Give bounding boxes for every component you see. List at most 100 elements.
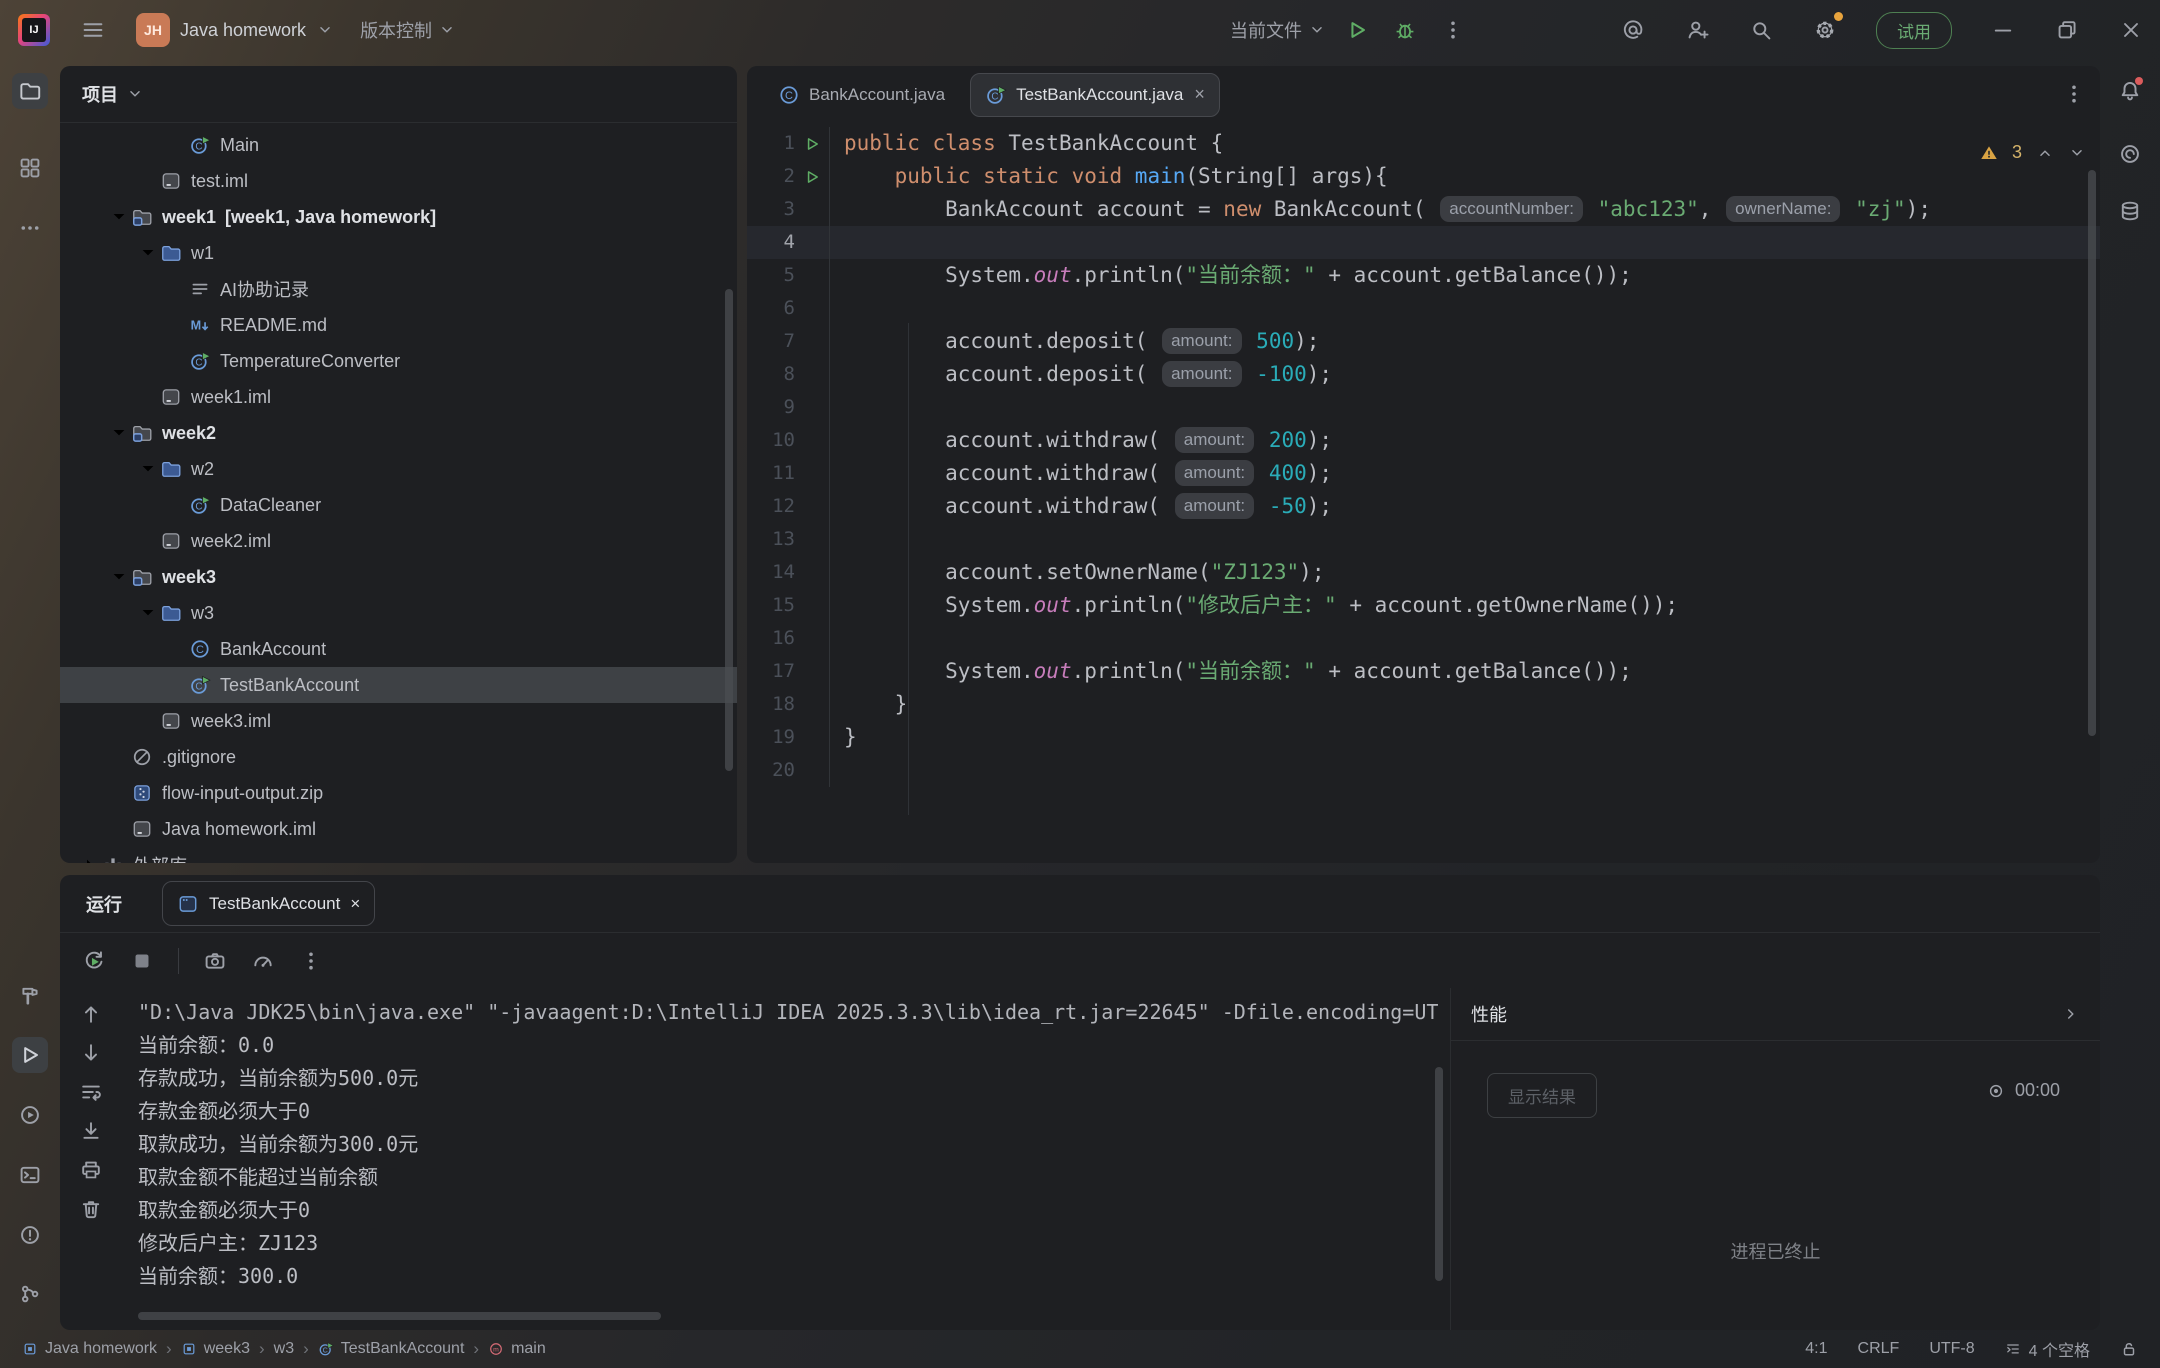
tree-item-week1-iml[interactable]: week1.iml [60, 379, 737, 415]
profiler-icon[interactable] [251, 949, 275, 973]
code-line-2[interactable]: 2 public static void main(String[] args)… [747, 160, 2100, 193]
trial-badge[interactable]: 试用 [1876, 12, 1952, 49]
prev-occurrence-icon[interactable] [79, 1002, 103, 1026]
code-line-10[interactable]: 10 account.withdraw( amount: 200); [747, 424, 2100, 457]
tree-item-week3-iml[interactable]: week3.iml [60, 703, 737, 739]
chevron-down-icon[interactable] [107, 205, 131, 229]
chevron-down-icon[interactable] [107, 421, 131, 445]
tool-stripe-button-database[interactable] [2112, 193, 2148, 229]
line-separator[interactable]: CRLF [1858, 1340, 1900, 1358]
tree-item-datacleaner[interactable]: CDataCleaner [60, 487, 737, 523]
minimize-button[interactable] [1986, 13, 2020, 47]
tree-item-week2-iml[interactable]: week2.iml [60, 523, 737, 559]
more-run-actions-button[interactable] [1436, 13, 1470, 47]
code-line-4[interactable]: 4 [747, 226, 2100, 259]
settings-button[interactable] [1808, 13, 1842, 47]
run-config-selector[interactable]: 当前文件 [1230, 17, 1326, 43]
code-line-7[interactable]: 7 account.deposit( amount: 500); [747, 325, 2100, 358]
tool-stripe-button-project-folder[interactable] [12, 73, 48, 109]
tool-stripe-button-services[interactable] [12, 1097, 48, 1133]
close-button[interactable] [2114, 13, 2148, 47]
more-options-icon[interactable] [299, 949, 323, 973]
breadcrumb-java-homework[interactable]: Java homework [22, 1340, 157, 1358]
main-menu-button[interactable] [76, 13, 110, 47]
chevron-down-icon[interactable] [136, 241, 160, 265]
chevron-down-icon[interactable] [136, 601, 160, 625]
tree-item-week3[interactable]: week3 [60, 559, 737, 595]
performance-header[interactable]: 性能 [1451, 988, 2100, 1041]
run-line-icon[interactable] [803, 168, 821, 186]
stop-icon[interactable] [130, 949, 154, 973]
code-line-1[interactable]: 1public class TestBankAccount { [747, 127, 2100, 160]
tree-item-gitignore[interactable]: .gitignore [60, 739, 737, 775]
tool-stripe-button-build[interactable] [12, 978, 48, 1014]
close-run-tab-icon[interactable]: × [350, 894, 360, 914]
tree-item-w2[interactable]: w2 [60, 451, 737, 487]
editor-options-icon[interactable] [2062, 82, 2086, 106]
console-scrollbar-vertical[interactable] [1435, 1067, 1443, 1281]
tool-stripe-button-more-h[interactable] [12, 210, 48, 246]
run-button[interactable] [1340, 13, 1374, 47]
caret-position[interactable]: 4:1 [1805, 1340, 1827, 1358]
tree-item-readme-md[interactable]: MREADME.md [60, 307, 737, 343]
tool-stripe-button-version-control[interactable] [12, 1276, 48, 1312]
code-line-5[interactable]: 5 System.out.println("当前余额：" + account.g… [747, 259, 2100, 292]
code-line-15[interactable]: 15 System.out.println("修改后户主：" + account… [747, 589, 2100, 622]
code-line-13[interactable]: 13 [747, 523, 2100, 556]
code-line-8[interactable]: 8 account.deposit( amount: -100); [747, 358, 2100, 391]
code-line-3[interactable]: 3 BankAccount account = new BankAccount(… [747, 193, 2100, 226]
tool-stripe-button-notifications[interactable] [2112, 73, 2148, 109]
code-line-12[interactable]: 12 account.withdraw( amount: -50); [747, 490, 2100, 523]
clear-console-icon[interactable] [79, 1197, 103, 1221]
indent-setting[interactable]: 4 个空格 [2005, 1337, 2090, 1361]
lock-icon[interactable] [2120, 1340, 2138, 1358]
tree-item-test-iml[interactable]: test.iml [60, 163, 737, 199]
chevron-down-icon[interactable] [107, 565, 131, 589]
ai-assistant-button[interactable] [1616, 13, 1650, 47]
project-tree-scrollbar[interactable] [725, 289, 733, 771]
tool-stripe-button-terminal[interactable] [12, 1157, 48, 1193]
next-warning-icon[interactable] [2068, 144, 2086, 162]
close-tab-icon[interactable]: × [1194, 84, 1205, 105]
tree-item-week1[interactable]: week1[week1, Java homework] [60, 199, 737, 235]
debug-button[interactable] [1388, 13, 1422, 47]
code-line-18[interactable]: 18 } [747, 688, 2100, 721]
tree-item-week2[interactable]: week2 [60, 415, 737, 451]
print-icon[interactable] [79, 1158, 103, 1182]
tab-bankaccount-java[interactable]: C BankAccount.java [763, 73, 960, 117]
run-line-icon[interactable] [803, 135, 821, 153]
soft-wrap-icon[interactable] [79, 1080, 103, 1104]
search-everywhere-button[interactable] [1744, 13, 1778, 47]
tree-item-testbankaccount[interactable]: CTestBankAccount [60, 667, 737, 703]
breadcrumb-main[interactable]: mmain [488, 1340, 546, 1358]
code-line-17[interactable]: 17 System.out.println("当前余额：" + account.… [747, 655, 2100, 688]
tree-item-w1[interactable]: w1 [60, 235, 737, 271]
editor-scrollbar[interactable] [2088, 170, 2096, 736]
tree-item-flow-input-output-zip[interactable]: flow-input-output.zip [60, 775, 737, 811]
tree-item-row-20[interactable]: 外部库 [60, 847, 737, 863]
tool-stripe-button-run-tool[interactable] [12, 1037, 48, 1073]
file-encoding[interactable]: UTF-8 [1929, 1340, 1974, 1358]
breadcrumb-week3[interactable]: week3 [181, 1340, 250, 1358]
chevron-right-icon[interactable] [78, 853, 102, 863]
next-occurrence-icon[interactable] [79, 1041, 103, 1065]
previous-warning-icon[interactable] [2036, 144, 2054, 162]
console-scrollbar-horizontal[interactable] [138, 1312, 661, 1320]
code-editor[interactable]: 1public class TestBankAccount {2 public … [747, 123, 2100, 863]
chevron-down-icon[interactable] [136, 457, 160, 481]
thread-dump-icon[interactable] [203, 949, 227, 973]
restore-button[interactable] [2050, 13, 2084, 47]
show-results-button[interactable]: 显示结果 [1487, 1073, 1597, 1118]
code-line-9[interactable]: 9 [747, 391, 2100, 424]
tab-testbankaccount-java[interactable]: C TestBankAccount.java × [970, 73, 1220, 117]
code-line-11[interactable]: 11 account.withdraw( amount: 400); [747, 457, 2100, 490]
console-output[interactable]: "D:\Java JDK25\bin\java.exe" "-javaagent… [138, 996, 1438, 1330]
inspection-widget[interactable]: 3 [1980, 142, 2086, 163]
breadcrumb-testbankaccount[interactable]: CTestBankAccount [318, 1340, 465, 1358]
breadcrumb-w3[interactable]: w3 [274, 1340, 294, 1358]
scroll-to-end-icon[interactable] [79, 1119, 103, 1143]
project-selector[interactable]: JH Java homework [136, 13, 334, 47]
tool-stripe-button-structure[interactable] [12, 150, 48, 186]
code-line-6[interactable]: 6 [747, 292, 2100, 325]
code-line-16[interactable]: 16 [747, 622, 2100, 655]
